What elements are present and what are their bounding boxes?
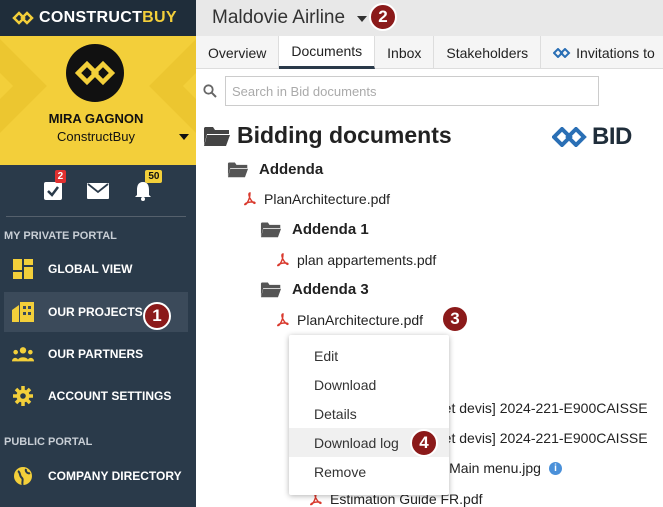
menu-item-download[interactable]: Download	[289, 370, 449, 399]
sidebar-divider	[6, 216, 186, 217]
folder-open-icon	[227, 162, 249, 178]
file-context-menu: Edit Download Details Download log Remov…	[289, 335, 449, 495]
tasks-button[interactable]: 2	[41, 170, 67, 203]
folder-open-icon	[204, 126, 230, 146]
step-marker-3: 3	[441, 305, 469, 333]
brand-suffix: BUY	[142, 9, 177, 26]
sidebar-item-label: ACCOUNT SETTINGS	[48, 389, 172, 403]
sidebar-item-label: OUR PROJECTS	[48, 305, 143, 319]
sidebar: CONSTRUCTBUY MIRA GAGNON ConstructBuy 2	[0, 0, 196, 507]
constructbuy-logo-icon	[12, 11, 34, 25]
step-marker-1: 1	[143, 302, 171, 330]
folder-open-icon	[260, 222, 282, 238]
file-label: plan appartements.pdf	[297, 252, 437, 268]
file-label: ns et devis] 2024-221-E900CAISSE	[425, 430, 648, 446]
bid-logo-icon	[552, 127, 587, 147]
avatar[interactable]	[66, 44, 124, 102]
tab-stakeholders[interactable]: Stakeholders	[434, 36, 542, 69]
sidebar-item-label: GLOBAL VIEW	[48, 262, 133, 276]
file-label: PlanArchitecture.pdf	[297, 312, 424, 328]
file-plans-devis-1[interactable]: ns et devis] 2024-221-E900CAISSE	[425, 400, 648, 416]
tab-inbox[interactable]: Inbox	[375, 36, 435, 69]
project-header: Maldovie Airline	[196, 0, 663, 36]
bid-logo-text: BID	[592, 123, 632, 150]
file-plans-devis-2[interactable]: ns et devis] 2024-221-E900CAISSE	[425, 430, 648, 446]
sidebar-item-company-directory[interactable]: COMPANY DIRECTORY	[4, 456, 188, 496]
search-bar	[203, 76, 599, 106]
tab-label: Invitations to	[576, 44, 655, 61]
notification-bar: 2 50	[0, 165, 196, 217]
profile-dropdown-caret-icon[interactable]	[179, 134, 189, 140]
file-plan-architecture-addenda-3[interactable]: PlanArchitecture.pdf	[277, 312, 423, 328]
folder-open-icon	[260, 282, 282, 298]
folder-addenda-1[interactable]: Addenda 1	[260, 221, 369, 238]
tab-bar: Overview Documents Inbox Stakeholders In…	[196, 36, 663, 69]
file-plan-appartements[interactable]: plan appartements.pdf	[277, 252, 436, 268]
avatar-logo-icon	[75, 60, 115, 86]
sidebar-item-account-settings[interactable]: ACCOUNT SETTINGS	[4, 376, 188, 416]
page-title: Bidding documents	[237, 122, 452, 148]
documents-heading: Bidding documents	[203, 122, 452, 149]
profile-name: MIRA GAGNON	[48, 111, 144, 126]
sidebar-item-global-view[interactable]: GLOBAL VIEW	[4, 249, 188, 289]
checkbox-icon	[43, 182, 62, 200]
brand-logo[interactable]: CONSTRUCTBUY	[0, 0, 196, 36]
bell-icon	[135, 182, 152, 201]
file-label: PlanArchitecture.pdf	[264, 191, 391, 207]
project-title[interactable]: Maldovie Airline	[212, 7, 345, 29]
menu-item-details[interactable]: Details	[289, 399, 449, 428]
public-portal-label: PUBLIC PORTAL	[4, 436, 93, 448]
tab-overview[interactable]: Overview	[196, 36, 280, 69]
folder-addenda[interactable]: Addenda	[227, 161, 323, 178]
file-label: ns et devis] 2024-221-E900CAISSE	[425, 400, 648, 416]
search-input[interactable]	[225, 76, 599, 106]
alerts-badge: 50	[145, 170, 163, 183]
step-marker-2: 2	[369, 3, 397, 31]
projects-icon	[12, 301, 34, 323]
messages-button[interactable]	[86, 179, 110, 203]
pdf-icon	[277, 253, 289, 267]
private-portal-label: MY PRIVATE PORTAL	[4, 230, 117, 242]
sidebar-item-our-partners[interactable]: OUR PARTNERS	[4, 334, 188, 374]
pdf-icon	[244, 192, 256, 206]
menu-item-remove[interactable]: Remove	[289, 457, 449, 486]
project-dropdown-caret-icon[interactable]	[357, 16, 368, 22]
tab-invitations[interactable]: Invitations to	[541, 36, 663, 69]
search-icon	[203, 84, 217, 98]
sidebar-item-label: OUR PARTNERS	[48, 347, 144, 361]
profile-company: ConstructBuy	[56, 129, 136, 144]
tab-documents[interactable]: Documents	[279, 36, 376, 69]
profile-panel[interactable]: MIRA GAGNON ConstructBuy	[0, 36, 196, 165]
gear-icon	[12, 385, 34, 407]
menu-item-edit[interactable]: Edit	[289, 341, 449, 370]
brand-prefix: CONSTRUCT	[39, 9, 143, 26]
folder-label: Addenda	[259, 161, 324, 178]
sidebar-item-label: COMPANY DIRECTORY	[48, 469, 182, 483]
folder-addenda-3[interactable]: Addenda 3	[260, 281, 369, 298]
envelope-icon	[86, 183, 109, 199]
alerts-button[interactable]: 50	[131, 170, 163, 203]
info-icon[interactable]: i	[548, 461, 562, 475]
file-plan-architecture[interactable]: PlanArchitecture.pdf	[244, 191, 390, 207]
step-marker-4: 4	[410, 429, 438, 457]
folder-label: Addenda 1	[292, 221, 369, 238]
globe-icon	[12, 465, 34, 487]
pdf-icon	[277, 313, 289, 327]
bid-logo-icon	[553, 47, 571, 58]
folder-label: Addenda 3	[292, 281, 369, 298]
tasks-badge: 2	[54, 170, 67, 183]
bid-logo: BID	[552, 123, 632, 151]
dashboard-icon	[12, 258, 34, 280]
partners-icon	[12, 343, 34, 365]
